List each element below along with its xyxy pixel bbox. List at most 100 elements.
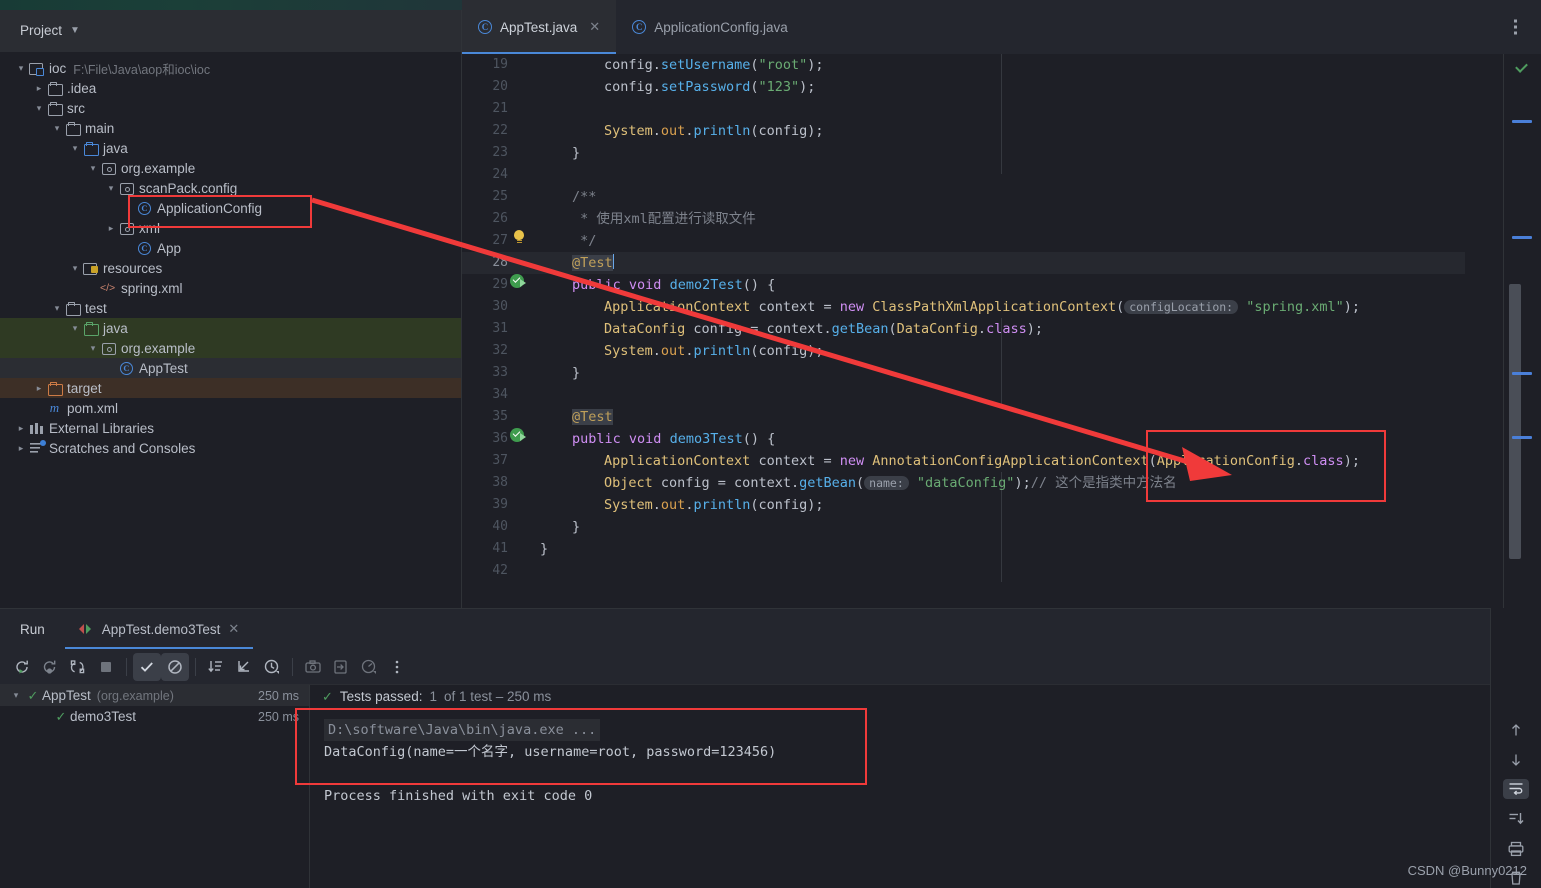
more-options-button[interactable] [383, 653, 411, 681]
tree-item-resources[interactable]: ▾ resources [0, 258, 461, 278]
chevron-down-icon[interactable]: ▾ [104, 183, 118, 194]
code-line[interactable]: 36 public void demo3Test() { [462, 428, 1465, 450]
tree-item-src[interactable]: ▾ src [0, 98, 461, 118]
code-line[interactable]: 21 [462, 98, 1465, 120]
close-icon[interactable]: ✕ [228, 621, 239, 637]
tree-item-test[interactable]: ▾ test [0, 298, 461, 318]
editor-marker-bar[interactable] [1503, 54, 1541, 608]
chevron-right-icon[interactable]: ▸ [32, 383, 46, 394]
toggle-auto-test-button[interactable] [64, 653, 92, 681]
chevron-right-icon[interactable]: ▸ [14, 443, 28, 454]
chevron-down-icon[interactable]: ▾ [50, 303, 64, 314]
code-line[interactable]: 22 System.out.println(config); [462, 120, 1465, 142]
scroll-to-end-icon[interactable] [1503, 809, 1529, 829]
code-line[interactable]: 20 config.setPassword("123"); [462, 76, 1465, 98]
tree-item-apptest[interactable]: ▸CAppTest [0, 358, 461, 378]
tree-item-java[interactable]: ▾ java [0, 318, 461, 338]
show-ignored-button[interactable] [161, 652, 189, 681]
chevron-right-icon[interactable]: ▸ [14, 423, 28, 434]
history-button[interactable] [258, 653, 286, 681]
tree-item-target[interactable]: ▸ target [0, 378, 461, 398]
tree-item-app[interactable]: ▸CApp [0, 238, 461, 258]
tree-item-scratches-and-consoles[interactable]: ▸ Scratches and Consoles [0, 438, 461, 458]
chevron-right-icon[interactable]: ▸ [104, 223, 118, 234]
editor-options-icon[interactable] [1514, 19, 1517, 35]
project-panel-header[interactable]: Project ▼ [0, 10, 461, 52]
code-line[interactable]: 33} [462, 362, 1465, 384]
stop-button[interactable] [92, 653, 120, 681]
intention-bulb-icon[interactable] [512, 230, 526, 244]
tree-item-ioc[interactable]: ▾ ioc F:\File\Java\aop和ioc\ioc [0, 58, 461, 78]
tree-item-applicationconfig[interactable]: ▸CApplicationConfig [0, 198, 461, 218]
code-line[interactable]: 28 @Test [462, 252, 1465, 274]
code-line[interactable]: 24 [462, 164, 1465, 186]
tree-item-org-example[interactable]: ▾ org.example [0, 158, 461, 178]
down-arrow-icon[interactable] [1503, 750, 1529, 770]
run-tab-apptest-demo3test[interactable]: AppTest.demo3Test ✕ [64, 609, 254, 649]
code-line[interactable]: 31 DataConfig config = context.getBean(Da… [462, 318, 1465, 340]
print-icon[interactable] [1503, 839, 1529, 859]
test-status-line: ✓ Tests passed: 1 of 1 test – 250 ms [310, 685, 1541, 708]
chevron-down-icon[interactable]: ▾ [86, 163, 100, 174]
close-icon[interactable]: ✕ [589, 19, 600, 35]
export-screenshot-button[interactable] [299, 653, 327, 681]
chevron-down-icon[interactable]: ▾ [68, 143, 82, 154]
editor-tab-label: AppTest.java [500, 19, 578, 35]
chevron-down-icon[interactable]: ▾ [68, 263, 82, 274]
tree-item-org-example[interactable]: ▾ org.example [0, 338, 461, 358]
rerun-failed-tests-button[interactable] [36, 653, 64, 681]
chevron-down-icon[interactable]: ▾ [8, 690, 24, 701]
tree-item--idea[interactable]: ▸ .idea [0, 78, 461, 98]
code-line[interactable]: 32 System.out.println(config); [462, 340, 1465, 362]
code-line[interactable]: 34 [462, 384, 1465, 406]
show-passed-button[interactable] [133, 652, 161, 681]
code-line[interactable]: 39 System.out.println(config); [462, 494, 1465, 516]
code-line[interactable]: 38 Object config = context.getBean(name: … [462, 472, 1465, 494]
expand-collapse-button[interactable] [230, 653, 258, 681]
line-number: 40 [492, 519, 508, 534]
code-line[interactable]: 35 @Test [462, 406, 1465, 428]
chevron-down-icon[interactable]: ▾ [86, 343, 100, 354]
chevron-right-icon[interactable]: ▸ [32, 83, 46, 94]
run-test-gutter-icon[interactable] [510, 428, 528, 444]
console-output[interactable]: ✓ Tests passed: 1 of 1 test – 250 ms D:\… [295, 685, 1541, 888]
tree-item-external-libraries[interactable]: ▸ External Libraries [0, 418, 461, 438]
tree-item-java[interactable]: ▾ java [0, 138, 461, 158]
chevron-down-icon[interactable]: ▾ [68, 323, 82, 334]
editor-tab-apptest-java[interactable]: C AppTest.java ✕ [462, 0, 617, 54]
tree-item-scanpack-config[interactable]: ▾ scanPack.config [0, 178, 461, 198]
code-line[interactable]: 19 config.setUsername("root"); [462, 54, 1465, 76]
import-tests-button[interactable] [327, 653, 355, 681]
editor-scrollbar-thumb[interactable] [1509, 284, 1521, 559]
tree-item-main[interactable]: ▾ main [0, 118, 461, 138]
soft-wrap-icon[interactable] [1503, 779, 1529, 800]
console-exit-line: Process finished with exit code 0 [324, 788, 593, 804]
sort-by-duration-button[interactable] [202, 653, 230, 681]
code-line[interactable]: 41} [462, 538, 1465, 560]
code-line[interactable]: 27 */ [462, 230, 1465, 252]
code-line[interactable]: 42 [462, 560, 1465, 582]
code-line[interactable]: 40} [462, 516, 1465, 538]
rerun-button[interactable] [8, 653, 36, 681]
chevron-down-icon[interactable]: ▾ [32, 103, 46, 114]
chevron-down-icon[interactable]: ▾ [50, 123, 64, 134]
tree-item-pom-xml[interactable]: ▸mpom.xml [0, 398, 461, 418]
chevron-down-icon[interactable]: ▼ [70, 25, 80, 36]
test-result-row[interactable]: ▾ ✓ AppTest (org.example) 250 ms [0, 685, 309, 706]
run-test-gutter-icon[interactable] [510, 274, 528, 290]
editor-tab-applicationconfig-java[interactable]: C ApplicationConfig.java [616, 0, 804, 54]
code-line[interactable]: 25 /** [462, 186, 1465, 208]
code-line[interactable]: 29 public void demo2Test() { [462, 274, 1465, 296]
code-line[interactable]: 30 ApplicationContext context = new Class… [462, 296, 1465, 318]
code-line[interactable]: 23} [462, 142, 1465, 164]
code-line[interactable]: 37 ApplicationContext context = new Annot… [462, 450, 1465, 472]
tree-item-label: scanPack.config [139, 180, 238, 196]
code-line[interactable]: 26 * 使用xml配置进行读取文件 [462, 208, 1465, 230]
code-editor[interactable]: 19 config.setUsername("root"); 20 config.se… [462, 54, 1541, 608]
profiler-button[interactable] [355, 653, 383, 681]
up-arrow-icon[interactable] [1503, 720, 1529, 740]
chevron-down-icon[interactable]: ▾ [14, 63, 28, 74]
tree-item-spring-xml[interactable]: ▸</>spring.xml [0, 278, 461, 298]
test-result-row[interactable]: ✓ demo3Test 250 ms [0, 706, 309, 727]
tree-item-xml[interactable]: ▸ xml [0, 218, 461, 238]
